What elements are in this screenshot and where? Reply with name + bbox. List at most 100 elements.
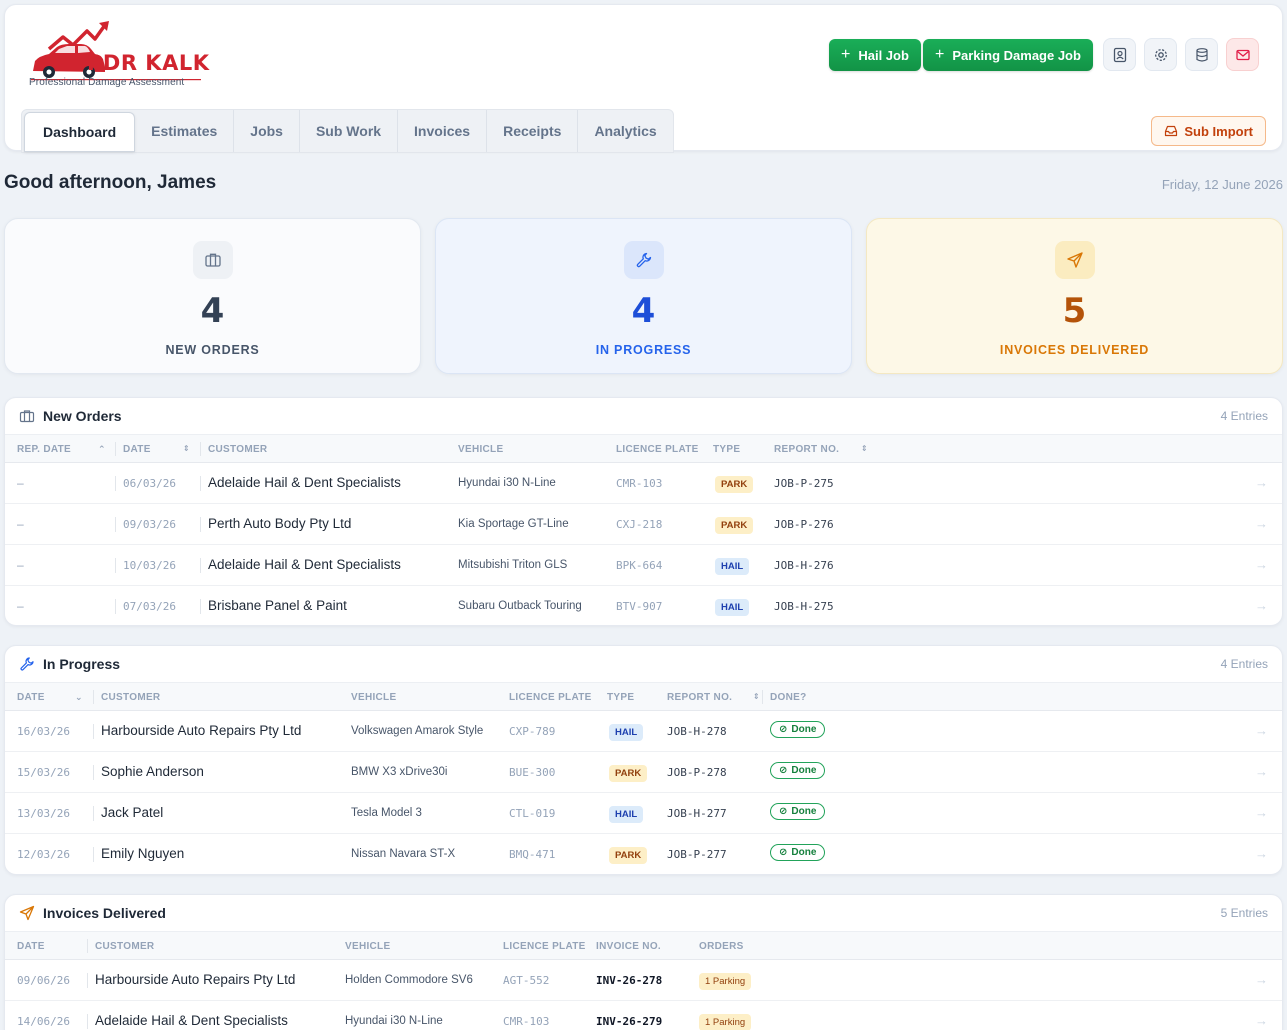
col-type[interactable]: TYPE	[713, 444, 740, 455]
plus-icon: +	[841, 46, 851, 63]
arrow-right-icon[interactable]: →	[1255, 846, 1268, 861]
customer: Brisbane Panel & Paint	[208, 598, 347, 613]
licence-plate: AGT-552	[503, 974, 550, 987]
col-vehicle[interactable]: VEHICLE	[345, 941, 390, 952]
date: 13/03/26	[17, 807, 70, 820]
tab-sub-work[interactable]: Sub Work	[300, 110, 399, 152]
stat-label: INVOICES DELIVERED	[999, 343, 1150, 357]
parking-damage-job-button[interactable]: + Parking Damage Job	[923, 39, 1093, 71]
col-type[interactable]: TYPE	[607, 692, 634, 703]
col-rep-date[interactable]: REP. DATE	[17, 444, 71, 455]
table-row[interactable]: – 07/03/26 Brisbane Panel & Paint Subaru…	[5, 586, 1282, 625]
sub-import-button[interactable]: Sub Import	[1151, 116, 1266, 146]
sort-icon[interactable]: ⇕	[753, 692, 760, 701]
database-icon	[1195, 47, 1208, 62]
arrow-right-icon[interactable]: →	[1255, 972, 1268, 987]
brand-tagline: Professional Damage Assessment	[29, 77, 185, 88]
date: 16/03/26	[17, 725, 70, 738]
date: 10/03/26	[123, 559, 176, 572]
col-report-no[interactable]: REPORT NO.	[774, 444, 839, 455]
col-customer[interactable]: CUSTOMER	[95, 941, 154, 952]
arrow-right-icon[interactable]: →	[1255, 516, 1268, 531]
stat-invoices-delivered[interactable]: 5 INVOICES DELIVERED	[866, 218, 1283, 374]
tab-estimates[interactable]: Estimates	[135, 110, 235, 152]
col-licence-plate[interactable]: LICENCE PLATE	[503, 941, 586, 952]
tab-receipts[interactable]: Receipts	[487, 110, 579, 152]
sort-desc-icon[interactable]: ⌄	[75, 692, 83, 703]
hail-job-button[interactable]: + Hail Job	[829, 39, 921, 71]
report-no: JOB-P-278	[667, 766, 727, 779]
table-row[interactable]: 13/03/26 Jack Patel Tesla Model 3 CTL-01…	[5, 793, 1282, 834]
current-date: Friday, 12 June 2026	[1161, 177, 1283, 192]
done-button[interactable]: ⊘ Done	[770, 844, 826, 861]
done-button[interactable]: ⊘ Done	[770, 762, 826, 779]
panel-title: Invoices Delivered	[43, 905, 166, 921]
stat-new-orders[interactable]: 4 NEW ORDERS	[4, 218, 421, 374]
stat-value: 5	[1062, 291, 1087, 331]
mail-button[interactable]	[1226, 38, 1259, 71]
col-done[interactable]: DONE?	[770, 692, 807, 703]
col-report-no[interactable]: REPORT NO.	[667, 692, 732, 703]
vehicle: Kia Sportage GT-Line	[458, 518, 569, 530]
col-licence-plate[interactable]: LICENCE PLATE	[616, 444, 699, 455]
col-licence-plate[interactable]: LICENCE PLATE	[509, 692, 592, 703]
col-date[interactable]: DATE	[17, 941, 45, 952]
report-no: JOB-H-275	[774, 600, 834, 613]
date: 09/03/26	[123, 518, 176, 531]
date: 12/03/26	[17, 848, 70, 861]
gear-icon	[1154, 48, 1167, 61]
settings-button[interactable]	[1144, 38, 1177, 71]
tab-dashboard[interactable]: Dashboard	[24, 112, 136, 152]
arrow-right-icon[interactable]: →	[1255, 723, 1268, 738]
database-button[interactable]	[1185, 38, 1218, 71]
vehicle: Holden Commodore SV6	[345, 974, 473, 986]
col-customer[interactable]: CUSTOMER	[101, 692, 160, 703]
table-row[interactable]: 14/06/26 Adelaide Hail & Dent Specialist…	[5, 1001, 1282, 1030]
sort-asc-icon[interactable]: ⌃	[98, 444, 106, 455]
arrow-right-icon[interactable]: →	[1255, 557, 1268, 572]
col-vehicle[interactable]: VEHICLE	[351, 692, 396, 703]
done-button[interactable]: ⊘ Done	[770, 803, 826, 820]
sort-icon[interactable]: ⇕	[183, 444, 190, 453]
report-no: JOB-H-278	[667, 725, 727, 738]
send-icon	[1054, 241, 1095, 279]
tab-jobs[interactable]: Jobs	[234, 110, 300, 152]
arrow-right-icon[interactable]: →	[1255, 764, 1268, 779]
check-circle-icon: ⊘	[779, 724, 788, 735]
invoice-no: INV-26-279	[596, 1015, 663, 1028]
table-row[interactable]: – 06/03/26 Adelaide Hail & Dent Speciali…	[5, 463, 1282, 504]
arrow-right-icon[interactable]: →	[1255, 475, 1268, 490]
stat-in-progress[interactable]: 4 IN PROGRESS	[435, 218, 852, 374]
check-circle-icon: ⊘	[779, 806, 788, 817]
contacts-button[interactable]	[1103, 38, 1136, 71]
table-row[interactable]: 09/06/26 Harbourside Auto Repairs Pty Lt…	[5, 960, 1282, 1001]
briefcase-icon	[19, 410, 35, 423]
licence-plate: CXP-789	[509, 725, 556, 738]
arrow-right-icon[interactable]: →	[1255, 598, 1268, 613]
table-row[interactable]: 12/03/26 Emily Nguyen Nissan Navara ST-X…	[5, 834, 1282, 874]
col-date[interactable]: DATE	[123, 444, 151, 455]
col-date[interactable]: DATE	[17, 692, 45, 703]
sort-icon[interactable]: ⇕	[861, 444, 868, 453]
tab-invoices[interactable]: Invoices	[398, 110, 488, 152]
date: 14/06/26	[17, 1015, 70, 1028]
table-row[interactable]: 15/03/26 Sophie Anderson BMW X3 xDrive30…	[5, 752, 1282, 793]
licence-plate: CMR-103	[503, 1015, 550, 1028]
table-row[interactable]: – 10/03/26 Adelaide Hail & Dent Speciali…	[5, 545, 1282, 586]
col-vehicle[interactable]: VEHICLE	[458, 444, 503, 455]
orders-badge: 1 Parking	[699, 1014, 752, 1030]
col-orders[interactable]: ORDERS	[699, 941, 744, 952]
arrow-right-icon[interactable]: →	[1255, 1013, 1268, 1028]
col-invoice-no[interactable]: INVOICE NO.	[596, 941, 661, 952]
tab-analytics[interactable]: Analytics	[578, 110, 672, 152]
col-customer[interactable]: CUSTOMER	[208, 444, 267, 455]
check-circle-icon: ⊘	[779, 847, 788, 858]
table-row[interactable]: 16/03/26 Harbourside Auto Repairs Pty Lt…	[5, 711, 1282, 752]
arrow-right-icon[interactable]: →	[1255, 805, 1268, 820]
licence-plate: BUE-300	[509, 766, 556, 779]
mail-icon	[1235, 49, 1250, 60]
done-button[interactable]: ⊘ Done	[770, 721, 826, 738]
sub-import-label: Sub Import	[1184, 123, 1253, 139]
table-row[interactable]: – 09/03/26 Perth Auto Body Pty Ltd Kia S…	[5, 504, 1282, 545]
in-progress-panel: In Progress 4 Entries DATE ⌄ CUSTOMER VE…	[4, 645, 1283, 875]
